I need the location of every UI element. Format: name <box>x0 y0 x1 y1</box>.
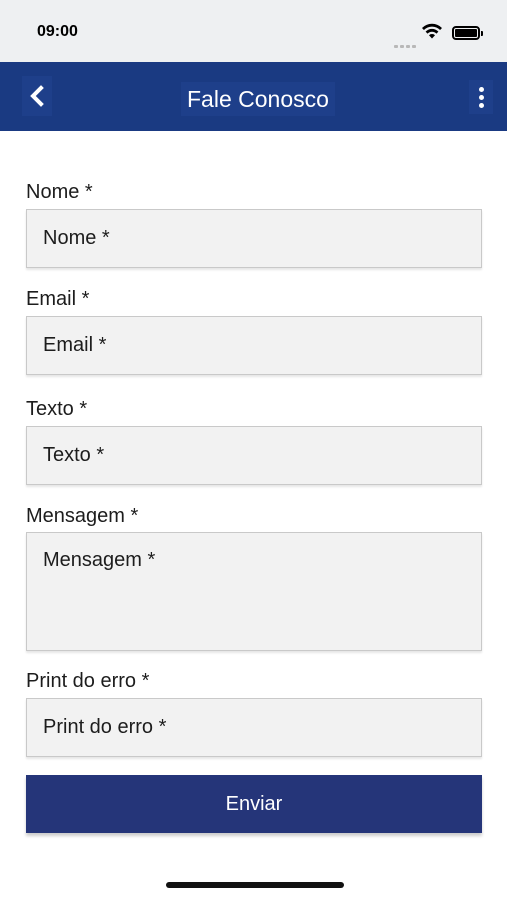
error-screenshot-label: Print do erro * <box>26 670 150 692</box>
more-vertical-icon <box>478 86 484 92</box>
status-time: 09:00 <box>37 23 78 40</box>
battery-icon <box>452 26 483 40</box>
status-bar: 09:00 <box>0 0 507 62</box>
app-screen: 09:00 Fale Conosco Nome * Email <box>0 0 507 900</box>
message-label: Mensagem * <box>26 505 139 527</box>
name-label: Nome * <box>26 181 93 203</box>
email-label: Email * <box>26 288 90 310</box>
name-input[interactable] <box>26 209 482 268</box>
more-options-button[interactable] <box>469 80 493 114</box>
email-input[interactable] <box>26 316 482 375</box>
app-header: Fale Conosco <box>0 62 507 131</box>
message-textarea[interactable] <box>26 532 482 651</box>
cellular-signal-icon <box>394 35 418 53</box>
subject-input[interactable] <box>26 426 482 485</box>
back-button[interactable] <box>22 76 52 116</box>
subject-label: Texto * <box>26 398 88 420</box>
submit-button[interactable]: Enviar <box>26 775 482 833</box>
chevron-left-icon <box>30 85 44 107</box>
home-indicator[interactable] <box>166 882 344 888</box>
wifi-icon <box>422 23 442 39</box>
page-title: Fale Conosco <box>181 82 335 116</box>
error-screenshot-input[interactable] <box>26 698 482 757</box>
